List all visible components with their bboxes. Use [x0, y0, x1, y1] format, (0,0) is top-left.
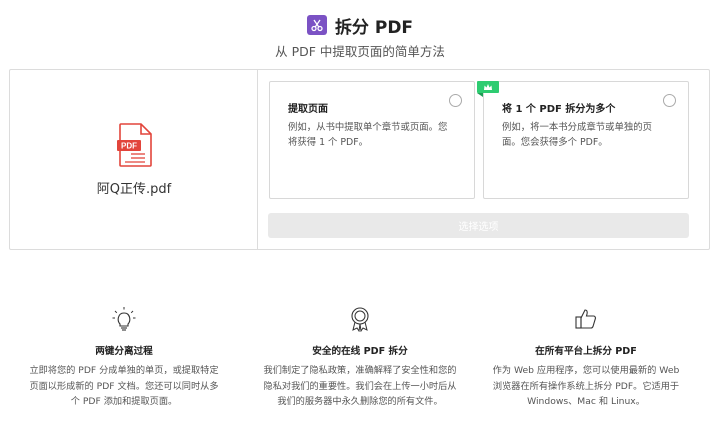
option-extract-pages[interactable]: 提取页面 例如，从书中提取单个章节或页面。您将获得 1 个 PDF。: [269, 81, 475, 199]
title-row: 拆分 PDF: [0, 12, 720, 38]
option-title: 提取页面: [288, 104, 328, 115]
option-radio[interactable]: [663, 94, 676, 107]
page-header: 拆分 PDF 从 PDF 中提取页面的简单方法: [0, 12, 720, 60]
file-name: 阿Q正传.pdf: [96, 182, 172, 197]
feature-description: 立即将您的 PDF 分成单独的单页，或提取特定页面以形成新的 PDF 文档。您还…: [29, 365, 219, 407]
scissors-icon: [306, 15, 327, 35]
feature-title: 在所有平台上拆分 PDF: [535, 346, 637, 357]
feature-title: 两键分离过程: [95, 346, 153, 357]
select-option-button[interactable]: 选择选项: [268, 213, 689, 238]
option-description: 例如，从书中提取单个章节或页面。您将获得 1 个 PDF。: [288, 122, 448, 148]
pdf-icon-label: PDF: [121, 142, 137, 151]
file-preview: PDF 阿Q正传.pdf: [10, 70, 258, 249]
split-panel: PDF 阿Q正传.pdf 提取页面 例如，从书中提取单个章节或页面。您将获得 1…: [9, 69, 710, 250]
page-title: 拆分 PDF: [334, 17, 414, 38]
option-radio[interactable]: [449, 94, 462, 107]
award-medal-icon: [250, 306, 470, 332]
pdf-file-icon: PDF: [117, 123, 153, 171]
lightbulb-icon: [14, 306, 234, 332]
page-subtitle: 从 PDF 中提取页面的简单方法: [275, 44, 445, 59]
premium-badge: [477, 81, 499, 97]
feature-all-platforms: 在所有平台上拆分 PDF 作为 Web 应用程序，您可以使用最新的 Web 浏览…: [476, 306, 696, 410]
feature-description: 作为 Web 应用程序，您可以使用最新的 Web 浏览器在所有操作系统上拆分 P…: [492, 365, 680, 407]
feature-description: 我们制定了隐私政策，准确解释了安全性和您的隐私对我们的重要性。我们会在上传一小时…: [263, 365, 457, 407]
feature-two-click: 两键分离过程 立即将您的 PDF 分成单独的单页，或提取特定页面以形成新的 PD…: [14, 306, 234, 410]
feature-secure: 安全的在线 PDF 拆分 我们制定了隐私政策，准确解释了安全性和您的隐私对我们的…: [250, 306, 470, 410]
option-description: 例如，将一本书分成章节或单独的页面。您会获得多个 PDF。: [502, 122, 653, 148]
thumbs-up-icon: [476, 306, 696, 332]
feature-title: 安全的在线 PDF 拆分: [312, 346, 408, 357]
option-split-into-multiple[interactable]: 将 1 个 PDF 拆分为多个 例如，将一本书分成章节或单独的页面。您会获得多个…: [477, 81, 689, 199]
crown-icon: [484, 84, 492, 90]
option-title: 将 1 个 PDF 拆分为多个: [502, 104, 616, 115]
